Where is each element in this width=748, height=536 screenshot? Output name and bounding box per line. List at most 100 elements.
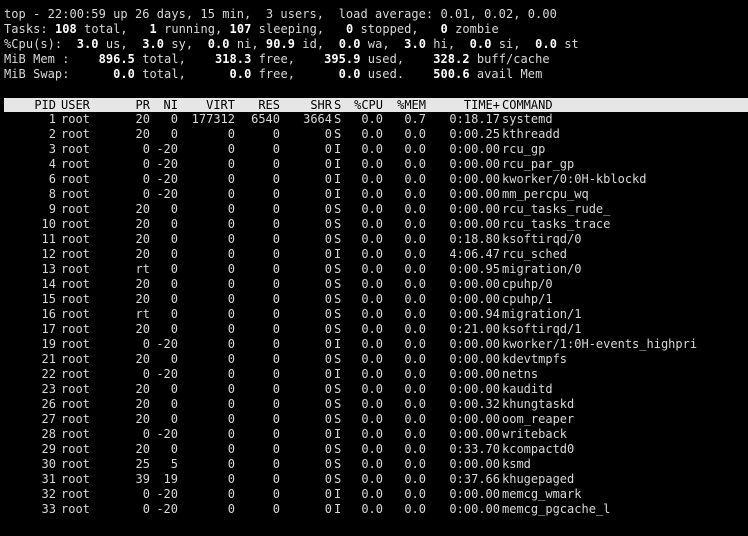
table-row[interactable]: 10 root 20 0 0 0 0 S 0.0 0.0 0:00.00 rcu_tasks_trac… — [4, 217, 748, 232]
proc-time: 0:00.25 — [449, 127, 500, 141]
proc-time: 0:00.00 — [449, 217, 500, 231]
proc-user: root — [61, 412, 90, 426]
proc-res: 0 — [272, 232, 280, 246]
table-row[interactable]: 4 root 0 -20 0 0 0 I 0.0 0.0 0:00.00 rcu_par_gp — [4, 157, 748, 172]
header-shr[interactable]: SHR — [280, 98, 332, 112]
proc-res: 0 — [272, 307, 280, 321]
proc-user: root — [61, 277, 90, 291]
header-mem[interactable]: %MEM — [386, 98, 426, 112]
proc-priority: 20 — [135, 277, 150, 291]
header-virt[interactable]: VIRT — [180, 98, 235, 112]
table-row[interactable]: 15 root 20 0 0 0 0 S 0.0 0.0 0:00.00 cpuhp/1 — [4, 292, 748, 307]
table-row[interactable]: 8 root 0 -20 0 0 0 I 0.0 0.0 0:00.00 mm_percpu_wq — [4, 187, 748, 202]
proc-priority: rt — [135, 307, 150, 321]
proc-cpu: 0.0 — [361, 397, 383, 411]
table-row[interactable]: 11 root 20 0 0 0 0 S 0.0 0.0 0:18.80 ksoftirqd/0 — [4, 232, 748, 247]
proc-nice: 0 — [170, 202, 178, 216]
proc-time: 0:00.00 — [449, 277, 500, 291]
proc-nice: 0 — [170, 307, 178, 321]
swap-avail: 500.6 — [433, 67, 470, 81]
table-row[interactable]: 17 root 20 0 0 0 0 S 0.0 0.0 0:21.00 ksoftirqd/1 — [4, 322, 748, 337]
proc-nice: 0 — [170, 412, 178, 426]
tasks-zombie-label: zombie — [447, 22, 499, 36]
tasks-line: Tasks: 108 total, 1 running, 107 sleepin… — [4, 22, 499, 37]
cpu-hi: 3.0 — [404, 37, 426, 51]
header-user[interactable]: USER — [61, 98, 121, 112]
proc-res: 6540 — [251, 112, 280, 126]
swap-used-label: used. — [360, 67, 434, 81]
table-row[interactable]: 22 root 0 -20 0 0 0 I 0.0 0.0 0:00.00 netns — [4, 367, 748, 382]
proc-virt: 0 — [227, 157, 235, 171]
cpu-line: %Cpu(s): 3.0 us, 3.0 sy, 0.0 ni, 90.9 id… — [4, 37, 579, 52]
proc-time: 0:00.00 — [449, 172, 500, 186]
proc-pid: 26 — [41, 397, 56, 411]
proc-cpu: 0.0 — [361, 262, 383, 276]
proc-shr: 3664 — [303, 112, 332, 126]
table-row[interactable]: 16 root rt 0 0 0 0 S 0.0 0.0 0:00.94 migration/1 — [4, 307, 748, 322]
proc-time: 0:00.00 — [449, 457, 500, 471]
table-row[interactable]: 3 root 0 -20 0 0 0 I 0.0 0.0 0:00.00 rcu_gp — [4, 142, 748, 157]
proc-user: root — [61, 127, 90, 141]
proc-res: 0 — [272, 442, 280, 456]
header-ni[interactable]: NI — [150, 98, 178, 112]
proc-state: S — [334, 397, 342, 411]
proc-res: 0 — [272, 412, 280, 426]
proc-priority: 20 — [135, 292, 150, 306]
header-cpu[interactable]: %CPU — [349, 98, 383, 112]
proc-user: root — [61, 142, 90, 156]
proc-state: S — [334, 127, 342, 141]
proc-virt: 0 — [227, 322, 235, 336]
terminal-window[interactable]: top - 22:00:59 up 26 days, 15 min, 3 use… — [0, 0, 748, 536]
header-pr[interactable]: PR — [114, 98, 150, 112]
proc-mem: 0.0 — [404, 127, 426, 141]
proc-shr: 0 — [324, 187, 332, 201]
table-row[interactable]: 30 root 25 5 0 0 0 S 0.0 0.0 0:00.00 ksmd — [4, 457, 748, 472]
header-res[interactable]: RES — [235, 98, 280, 112]
proc-shr: 0 — [324, 247, 332, 261]
table-row[interactable]: 29 root 20 0 0 0 0 S 0.0 0.0 0:33.70 kcompactd0 — [4, 442, 748, 457]
proc-pid: 15 — [41, 292, 56, 306]
table-row[interactable]: 28 root 0 -20 0 0 0 I 0.0 0.0 0:00.00 writeback — [4, 427, 748, 442]
proc-state: S — [334, 412, 342, 426]
table-row[interactable]: 6 root 0 -20 0 0 0 I 0.0 0.0 0:00.00 kworker/0:0H-k… — [4, 172, 748, 187]
table-row[interactable]: 27 root 20 0 0 0 0 S 0.0 0.0 0:00.00 oom_reaper — [4, 412, 748, 427]
proc-user: root — [61, 382, 90, 396]
table-row[interactable]: 9 root 20 0 0 0 0 S 0.0 0.0 0:00.00 rcu_tasks_rude_ — [4, 202, 748, 217]
table-row[interactable]: 26 root 20 0 0 0 0 S 0.0 0.0 0:00.32 khungtaskd — [4, 397, 748, 412]
proc-cpu: 0.0 — [361, 412, 383, 426]
swap-avail-label: avail Mem — [469, 67, 543, 81]
table-row[interactable]: 1 root 20 0 177312 6540 3664 S 0.0 0.7 0:18.17 syst… — [4, 112, 748, 127]
table-row[interactable]: 2 root 20 0 0 0 0 S 0.0 0.0 0:00.25 kthreadd — [4, 127, 748, 142]
proc-virt: 0 — [227, 427, 235, 441]
header-time[interactable]: TIME+ — [428, 98, 500, 112]
proc-virt: 0 — [227, 187, 235, 201]
mem-label: MiB Mem : — [4, 52, 99, 66]
proc-mem: 0.0 — [404, 322, 426, 336]
proc-command: memcg_wmark — [502, 487, 582, 501]
proc-mem: 0.0 — [404, 397, 426, 411]
header-pid[interactable]: PID — [4, 98, 56, 112]
header-s[interactable]: S — [334, 98, 346, 112]
proc-state: S — [334, 442, 342, 456]
table-row[interactable]: 31 root 39 19 0 0 0 S 0.0 0.0 0:37.66 khugepaged — [4, 472, 748, 487]
proc-state: S — [334, 472, 342, 486]
table-row[interactable]: 13 root rt 0 0 0 0 S 0.0 0.0 0:00.95 migration/0 — [4, 262, 748, 277]
table-row[interactable]: 33 root 0 -20 0 0 0 I 0.0 0.0 0:00.00 memcg_pgcache… — [4, 502, 748, 517]
header-command[interactable]: COMMAND — [502, 98, 748, 112]
table-row[interactable]: 23 root 20 0 0 0 0 S 0.0 0.0 0:00.00 kauditd — [4, 382, 748, 397]
proc-pid: 10 — [41, 217, 56, 231]
table-row[interactable]: 21 root 20 0 0 0 0 S 0.0 0.0 0:00.00 kdevtmpfs — [4, 352, 748, 367]
proc-res: 0 — [272, 262, 280, 276]
table-row[interactable]: 12 root 20 0 0 0 0 I 0.0 0.0 4:06.47 rcu_sched — [4, 247, 748, 262]
table-row[interactable]: 19 root 0 -20 0 0 0 I 0.0 0.0 0:00.00 kworker/1:0H-… — [4, 337, 748, 352]
proc-nice: -20 — [156, 142, 178, 156]
table-row[interactable]: 32 root 0 -20 0 0 0 I 0.0 0.0 0:00.00 memcg_wmark — [4, 487, 748, 502]
table-row[interactable]: 14 root 20 0 0 0 0 S 0.0 0.0 0:00.00 cpuhp/0 — [4, 277, 748, 292]
proc-shr: 0 — [324, 442, 332, 456]
proc-mem: 0.0 — [404, 502, 426, 516]
proc-pid: 22 — [41, 367, 56, 381]
proc-nice: 0 — [170, 262, 178, 276]
proc-virt: 0 — [227, 352, 235, 366]
proc-pid: 4 — [48, 157, 56, 171]
cpu-wa: 0.0 — [338, 37, 361, 51]
